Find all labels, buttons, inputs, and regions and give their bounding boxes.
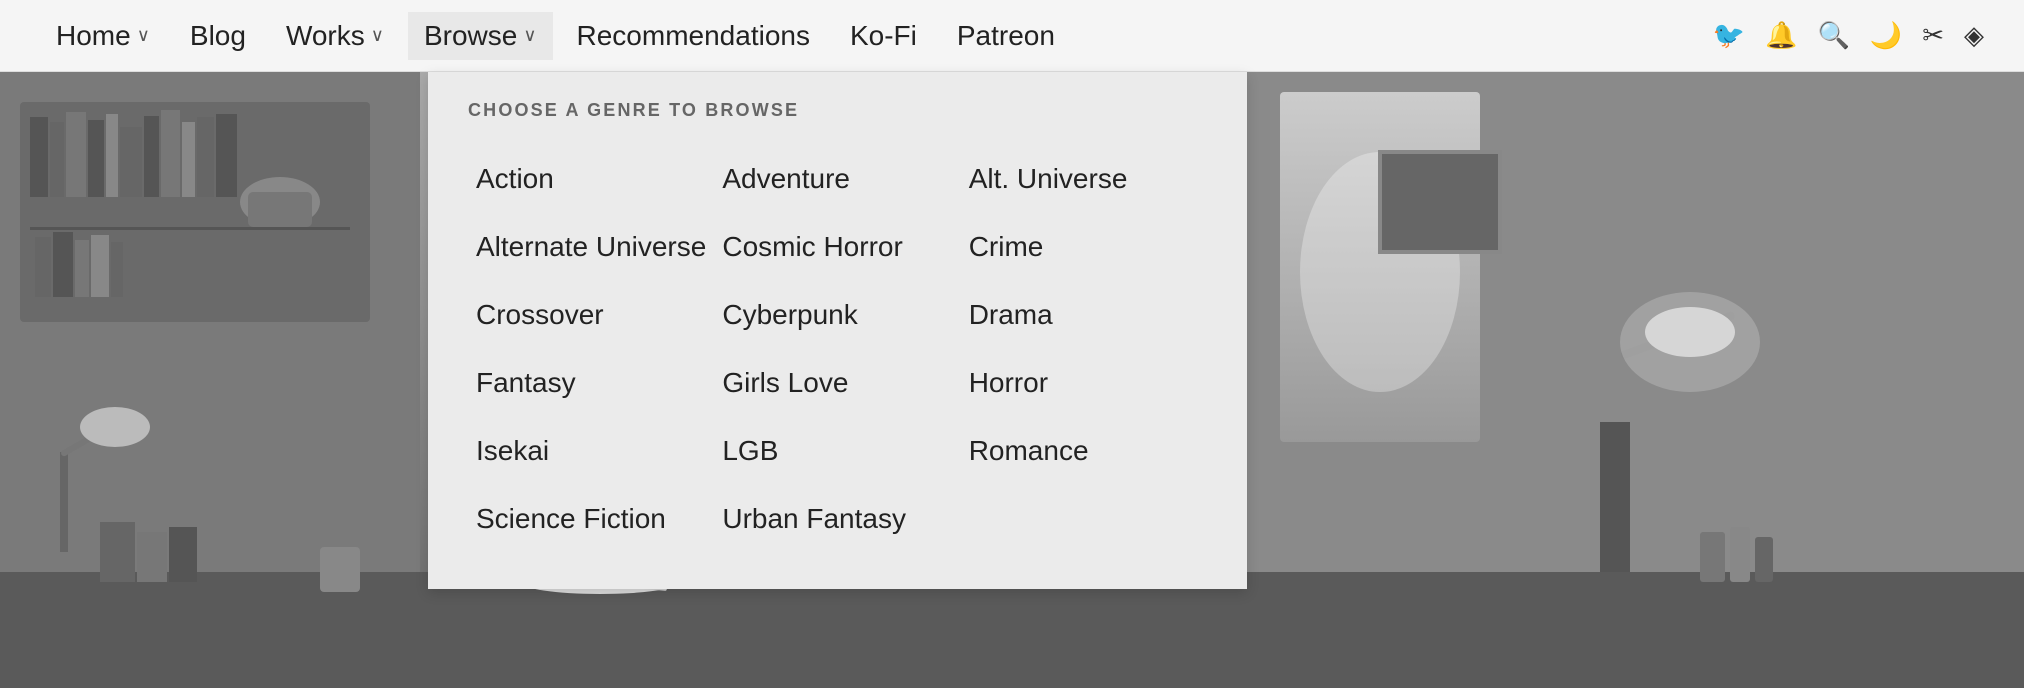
genre-cyberpunk[interactable]: Cyberpunk [714, 281, 960, 349]
nav-recommendations-label: Recommendations [577, 20, 810, 52]
nav-patreon-label: Patreon [957, 20, 1055, 52]
nav-kofi[interactable]: Ko-Fi [834, 12, 933, 60]
genre-fantasy[interactable]: Fantasy [468, 349, 714, 417]
navbar: Home ∨ Blog Works ∨ Browse ∨ Recommendat… [0, 0, 2024, 72]
genre-crime[interactable]: Crime [961, 213, 1207, 281]
rss-icon[interactable]: ◈ [1964, 20, 1984, 51]
genre-alt-universe[interactable]: Alt. Universe [961, 145, 1207, 213]
nav-works-chevron: ∨ [371, 25, 384, 46]
nav-kofi-label: Ko-Fi [850, 20, 917, 52]
genre-lgb[interactable]: LGB [714, 417, 960, 485]
nav-works-label: Works [286, 20, 365, 52]
nav-right: 🐦 🔔 🔍 🌙 ✂ ◈ [1713, 20, 1984, 51]
genre-adventure[interactable]: Adventure [714, 145, 960, 213]
genre-science-fiction[interactable]: Science Fiction [468, 485, 714, 553]
genre-drama[interactable]: Drama [961, 281, 1207, 349]
genre-cosmic-horror[interactable]: Cosmic Horror [714, 213, 960, 281]
nav-recommendations[interactable]: Recommendations [561, 12, 826, 60]
genre-urban-fantasy[interactable]: Urban Fantasy [714, 485, 960, 553]
nav-home-chevron: ∨ [137, 25, 150, 46]
nav-home[interactable]: Home ∨ [40, 12, 166, 60]
nav-blog[interactable]: Blog [174, 12, 262, 60]
nav-browse[interactable]: Browse ∨ [408, 12, 553, 60]
bell-icon[interactable]: 🔔 [1765, 20, 1797, 51]
genre-alternate-universe[interactable]: Alternate Universe [468, 213, 714, 281]
nav-browse-chevron: ∨ [523, 25, 536, 46]
dropdown-header: CHOOSE A GENRE TO BROWSE [468, 100, 1207, 121]
search-icon[interactable]: 🔍 [1817, 20, 1849, 51]
browse-dropdown: CHOOSE A GENRE TO BROWSE Action Adventur… [428, 72, 1247, 589]
genre-horror[interactable]: Horror [961, 349, 1207, 417]
genre-empty [961, 485, 1207, 553]
nav-browse-label: Browse [424, 20, 517, 52]
genre-girls-love[interactable]: Girls Love [714, 349, 960, 417]
genre-isekai[interactable]: Isekai [468, 417, 714, 485]
nav-left: Home ∨ Blog Works ∨ Browse ∨ Recommendat… [40, 12, 1713, 60]
genre-action[interactable]: Action [468, 145, 714, 213]
nav-patreon[interactable]: Patreon [941, 12, 1071, 60]
moon-icon[interactable]: 🌙 [1870, 20, 1902, 51]
genre-crossover[interactable]: Crossover [468, 281, 714, 349]
nav-home-label: Home [56, 20, 131, 52]
user-icon[interactable]: 🐦 [1713, 20, 1745, 51]
genre-romance[interactable]: Romance [961, 417, 1207, 485]
nav-blog-label: Blog [190, 20, 246, 52]
tools-icon[interactable]: ✂ [1922, 20, 1944, 51]
genre-grid: Action Adventure Alt. Universe Alternate… [468, 145, 1207, 553]
nav-works[interactable]: Works ∨ [270, 12, 400, 60]
